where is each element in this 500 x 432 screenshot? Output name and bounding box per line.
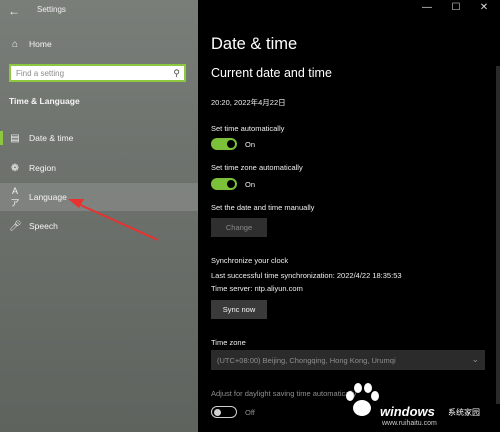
chevron-down-icon: ⌄ [471, 354, 479, 364]
set-time-auto-state: On [245, 140, 256, 149]
nav-home[interactable]: ⌂ Home [0, 30, 198, 58]
daylight-state: Off [245, 408, 255, 417]
section-title: Time & Language [9, 96, 80, 106]
daylight-toggle[interactable] [211, 406, 237, 418]
search-box[interactable]: ⚲ [9, 64, 186, 82]
time-zone-value: (UTC+08:00) Beijing, Chongqing, Hong Kon… [217, 356, 396, 365]
app-title: Settings [37, 5, 66, 14]
last-sync-text: Last successful time synchronization: 20… [211, 271, 402, 280]
sidebar: ← Settings ⌂ Home ⚲ Time & Language ▤ Da… [0, 0, 198, 432]
set-time-auto-toggle[interactable] [211, 138, 237, 150]
page-title: Date & time [211, 35, 298, 53]
manual-datetime-label: Set the date and time manually [211, 203, 315, 212]
time-server-text: Time server: ntp.aliyun.com [211, 284, 303, 293]
scrollbar[interactable] [496, 66, 500, 404]
search-icon[interactable]: ⚲ [173, 68, 180, 79]
toggle-knob [227, 180, 235, 188]
minimize-icon[interactable]: — [416, 2, 438, 13]
daylight-label: Adjust for daylight saving time automati… [211, 389, 357, 398]
calendar-clock-icon: ▤ [10, 132, 20, 144]
section-heading: Current date and time [211, 66, 332, 80]
close-icon[interactable]: ✕ [473, 2, 495, 13]
title-bar: ← Settings [0, 0, 198, 22]
back-arrow-icon[interactable]: ← [8, 4, 20, 18]
microphone-icon: 🎤︎ [9, 220, 22, 232]
current-datetime: 20:20, 2022年4月22日 [211, 98, 286, 107]
nav-home-label: Home [29, 39, 52, 49]
sidebar-item-label: Date & time [29, 133, 74, 143]
sync-now-button[interactable]: Sync now [211, 300, 267, 319]
language-icon: Aア [10, 185, 20, 208]
change-button[interactable]: Change [211, 218, 267, 237]
globe-icon: ❁ [10, 162, 20, 174]
time-zone-select[interactable]: (UTC+08:00) Beijing, Chongqing, Hong Kon… [211, 350, 485, 370]
home-icon: ⌂ [11, 38, 19, 50]
set-timezone-auto-toggle[interactable] [211, 178, 237, 190]
toggle-knob [227, 140, 235, 148]
main-panel: — ☐ ✕ Date & time Current date and time … [198, 0, 500, 432]
sidebar-item-language[interactable]: Aア Language [0, 183, 198, 211]
set-time-auto-label: Set time automatically [211, 124, 285, 133]
selection-indicator [0, 131, 3, 145]
sidebar-item-label: Region [29, 163, 56, 173]
toggle-knob [214, 408, 221, 416]
sidebar-item-date-time[interactable]: ▤ Date & time [0, 124, 198, 152]
search-input[interactable] [16, 67, 166, 80]
set-timezone-auto-label: Set time zone automatically [211, 163, 303, 172]
maximize-icon[interactable]: ☐ [445, 2, 467, 13]
time-zone-label: Time zone [211, 338, 246, 347]
sync-title: Synchronize your clock [211, 256, 289, 265]
sidebar-item-label: Language [29, 192, 67, 202]
sidebar-item-speech[interactable]: 🎤︎ Speech [0, 212, 198, 240]
sidebar-item-label: Speech [29, 221, 58, 231]
sidebar-item-region[interactable]: ❁ Region [0, 154, 198, 182]
set-timezone-auto-state: On [245, 180, 256, 189]
